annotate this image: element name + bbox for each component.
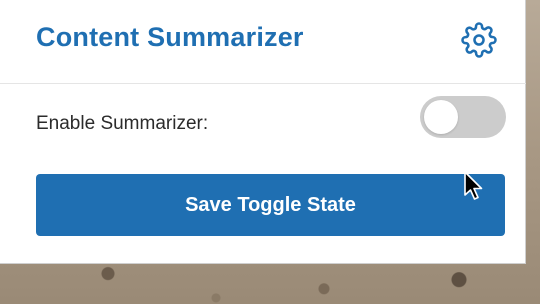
gear-icon[interactable] [461,22,497,58]
enable-summarizer-label: Enable Summarizer: [36,113,209,134]
extension-popup: Content Summarizer Enable Summarizer: Sa… [0,0,526,264]
toggle-knob [424,100,458,134]
enable-summarizer-row: Enable Summarizer: [36,96,506,140]
enable-summarizer-toggle[interactable] [420,96,506,138]
save-toggle-state-button[interactable]: Save Toggle State [36,174,505,236]
popup-header: Content Summarizer [0,0,526,84]
popup-title: Content Summarizer [36,22,304,52]
